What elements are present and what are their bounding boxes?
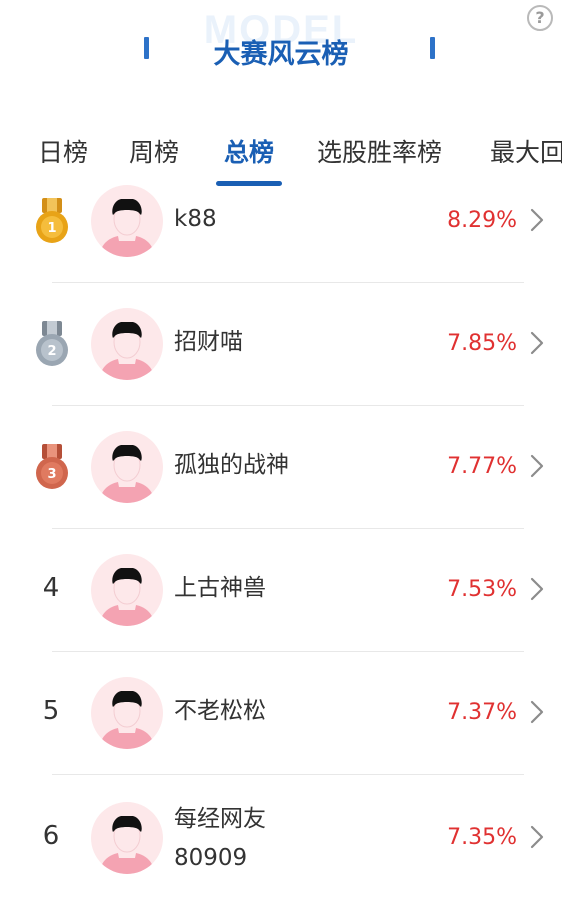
return-value: 7.35% — [447, 825, 517, 850]
medal-rank-label: 3 — [47, 467, 56, 482]
chevron-right-icon[interactable] — [530, 700, 544, 724]
medal-rank-label: 2 — [47, 344, 56, 359]
avatar[interactable] — [91, 554, 163, 626]
avatar[interactable] — [91, 431, 163, 503]
medal-rank-label: 1 — [47, 221, 56, 236]
chevron-right-icon[interactable] — [530, 454, 544, 478]
return-value: 7.37% — [447, 700, 517, 725]
chevron-right-icon[interactable] — [530, 577, 544, 601]
rank-number: 6 — [42, 821, 60, 851]
chevron-right-icon[interactable] — [530, 331, 544, 355]
user-name-line2: 80909 — [174, 845, 248, 871]
leaderboard-row[interactable]: 6 每经网友 80909 7.35% — [0, 775, 562, 898]
avatar[interactable] — [91, 185, 163, 257]
chevron-right-icon[interactable] — [530, 825, 544, 849]
avatar[interactable] — [91, 308, 163, 380]
leaderboard-row[interactable]: 1 k88 8.29% — [0, 160, 562, 283]
user-name: k88 — [174, 206, 217, 232]
help-icon[interactable]: ? — [527, 5, 553, 31]
avatar[interactable] — [91, 677, 163, 749]
header: MODEL 大赛风云榜 ? — [0, 0, 562, 110]
user-name: 招财喵 — [174, 329, 243, 355]
title-decoration-right — [430, 37, 435, 59]
user-name: 不老松松 — [174, 698, 266, 724]
user-name: 孤独的战神 — [174, 452, 289, 478]
user-name: 上古神兽 — [174, 575, 266, 601]
return-value: 7.53% — [447, 577, 517, 602]
chevron-right-icon[interactable] — [530, 208, 544, 232]
leaderboard-row[interactable]: 5 不老松松 7.37% — [0, 652, 562, 775]
leaderboard-row[interactable]: 3 孤独的战神 7.77% — [0, 406, 562, 529]
gold-medal-icon: 1 — [36, 198, 68, 243]
rank-number: 4 — [42, 573, 60, 603]
page-title: 大赛风云榜 — [213, 39, 349, 70]
leaderboard-row[interactable]: 2 招财喵 7.85% — [0, 283, 562, 406]
return-value: 7.77% — [447, 454, 517, 479]
user-name: 每经网友 — [174, 806, 266, 832]
avatar[interactable] — [91, 802, 163, 874]
return-value: 8.29% — [447, 208, 517, 233]
rank-number: 5 — [42, 696, 60, 726]
return-value: 7.85% — [447, 331, 517, 356]
silver-medal-icon: 2 — [36, 321, 68, 366]
bronze-medal-icon: 3 — [36, 444, 68, 489]
leaderboard-row[interactable]: 4 上古神兽 7.53% — [0, 529, 562, 652]
